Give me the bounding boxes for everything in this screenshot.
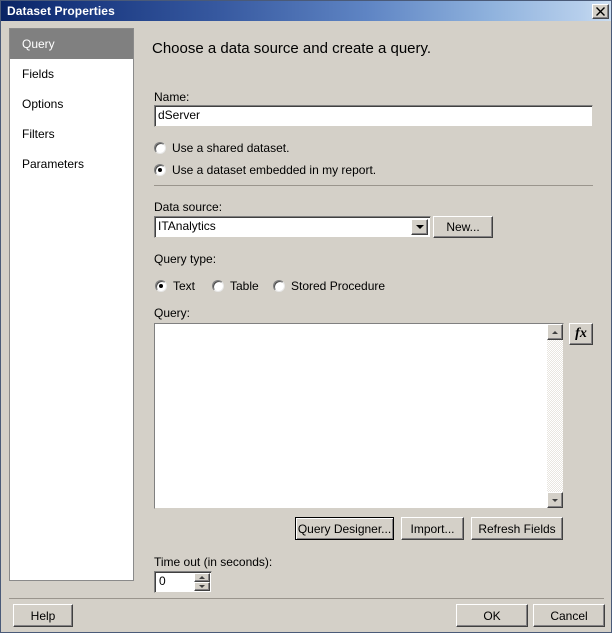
name-input[interactable]: dServer	[154, 105, 593, 127]
radio-icon	[155, 280, 167, 292]
window-title: Dataset Properties	[7, 4, 115, 18]
page-title: Choose a data source and create a query.	[152, 40, 431, 57]
spinner-up-glyph	[199, 576, 205, 579]
radio-icon	[154, 164, 166, 176]
query-designer-button[interactable]: Query Designer...	[295, 517, 394, 540]
scroll-down-icon[interactable]	[547, 492, 563, 508]
radio-label: Table	[230, 279, 259, 293]
spinner-down-glyph	[199, 585, 205, 588]
radio-label: Text	[173, 279, 195, 293]
chevron-down-icon[interactable]	[411, 219, 428, 235]
scroll-down-glyph	[552, 499, 558, 502]
timeout-spin-buttons	[194, 573, 210, 591]
sidebar-item-label: Fields	[22, 67, 54, 81]
timeout-value[interactable]: 0	[155, 572, 194, 592]
query-textarea[interactable]	[154, 323, 564, 509]
refresh-fields-button[interactable]: Refresh Fields	[471, 517, 563, 540]
sidebar-item-fields[interactable]: Fields	[10, 59, 133, 89]
content-pane: Choose a data source and create a query.…	[142, 28, 605, 581]
title-bar: Dataset Properties	[1, 1, 612, 21]
spinner-down-icon[interactable]	[194, 582, 210, 591]
data-source-value: ITAnalytics	[155, 217, 411, 237]
cancel-button[interactable]: Cancel	[533, 604, 605, 627]
radio-label: Use a shared dataset.	[172, 141, 289, 155]
timeout-stepper[interactable]: 0	[154, 571, 212, 593]
sidebar-item-filters[interactable]: Filters	[10, 119, 133, 149]
radio-use-shared-dataset[interactable]: Use a shared dataset.	[154, 141, 289, 155]
timeout-label: Time out (in seconds):	[154, 555, 272, 569]
name-label: Name:	[154, 90, 189, 104]
dataset-properties-dialog: Dataset Properties Query Fields Options …	[0, 0, 612, 633]
query-label: Query:	[154, 306, 190, 320]
import-button[interactable]: Import...	[401, 517, 464, 540]
chevron-down-glyph	[416, 225, 424, 229]
spinner-up-icon[interactable]	[194, 573, 210, 582]
radio-icon	[212, 280, 224, 292]
sidebar-item-parameters[interactable]: Parameters	[10, 149, 133, 179]
sidebar-nav: Query Fields Options Filters Parameters	[9, 28, 134, 581]
section-divider	[154, 185, 593, 186]
query-scrollbar[interactable]	[547, 324, 563, 508]
sidebar-item-label: Filters	[22, 127, 55, 141]
help-button[interactable]: Help	[13, 604, 73, 627]
close-icon[interactable]	[592, 4, 609, 19]
new-data-source-button[interactable]: New...	[433, 216, 493, 238]
scroll-up-icon[interactable]	[547, 324, 563, 340]
radio-icon	[273, 280, 285, 292]
radio-query-type-text[interactable]: Text	[155, 279, 195, 293]
scrollbar-track[interactable]	[547, 340, 563, 492]
radio-label: Stored Procedure	[291, 279, 385, 293]
scroll-up-glyph	[552, 331, 558, 334]
sidebar-item-query[interactable]: Query	[10, 29, 133, 59]
radio-query-type-stored-procedure[interactable]: Stored Procedure	[273, 279, 385, 293]
sidebar-item-label: Parameters	[22, 157, 84, 171]
query-type-label: Query type:	[154, 252, 216, 266]
expression-fx-button[interactable]: fx	[569, 323, 593, 345]
sidebar-item-options[interactable]: Options	[10, 89, 133, 119]
data-source-label: Data source:	[154, 200, 222, 214]
data-source-combobox[interactable]: ITAnalytics	[154, 216, 431, 238]
ok-button[interactable]: OK	[456, 604, 528, 627]
sidebar-item-label: Options	[22, 97, 63, 111]
radio-query-type-table[interactable]: Table	[212, 279, 259, 293]
query-text[interactable]	[155, 324, 547, 508]
footer-divider	[9, 598, 604, 599]
sidebar-item-label: Query	[22, 37, 55, 51]
radio-label: Use a dataset embedded in my report.	[172, 163, 376, 177]
radio-icon	[154, 142, 166, 154]
radio-use-embedded-dataset[interactable]: Use a dataset embedded in my report.	[154, 163, 376, 177]
